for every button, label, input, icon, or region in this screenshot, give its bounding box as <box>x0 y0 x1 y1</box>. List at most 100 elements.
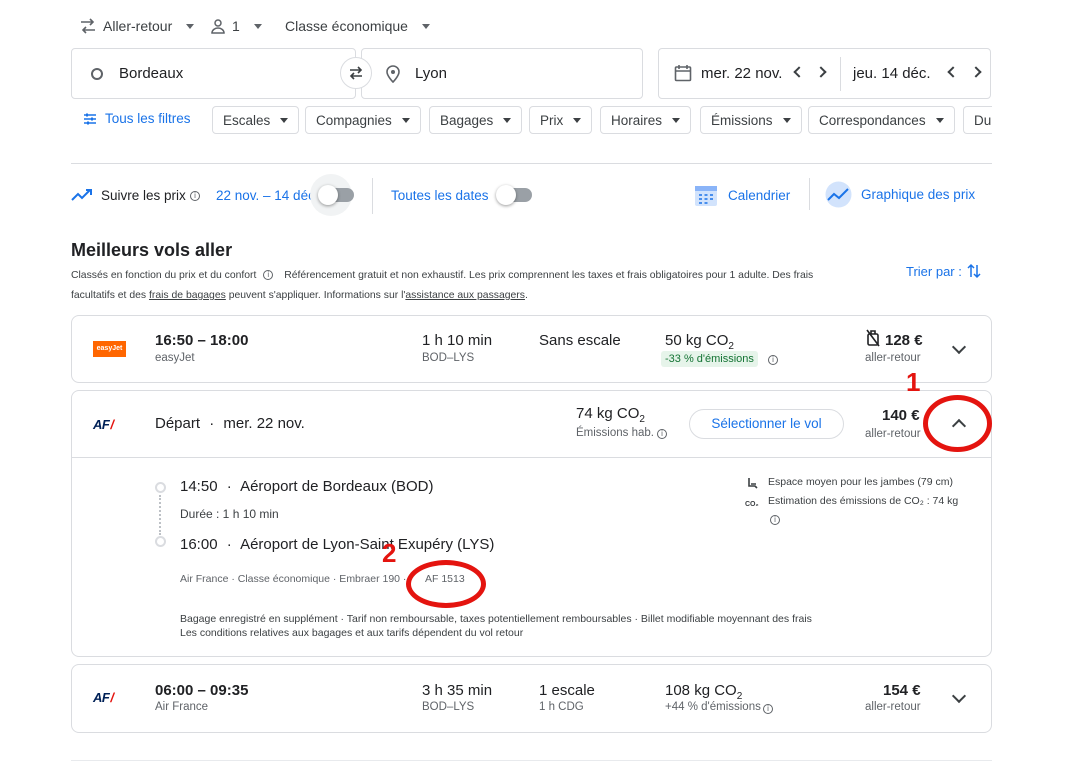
fare-conditions: Bagage enregistré en supplément · Tarif … <box>180 613 812 625</box>
departure-info: 14:50 · Aéroport de Bordeaux (BOD) <box>180 478 434 495</box>
calendar-button[interactable]: Calendrier <box>694 183 790 207</box>
filter-chip-prix[interactable]: Prix <box>529 106 593 134</box>
chip-label: Prix <box>540 112 564 128</box>
select-flight-button[interactable]: Sélectionner le vol <box>689 409 844 439</box>
chip-label: Bagages <box>440 112 494 128</box>
timeline-start-dot <box>155 482 166 493</box>
air-france-logo: AF/ <box>93 690 114 705</box>
sort-button[interactable]: Trier par : <box>906 263 981 279</box>
date-field[interactable]: mer. 22 nov. jeu. 14 déc. <box>658 48 991 99</box>
emissions-value: 74 kg CO <box>576 405 640 422</box>
passengers-select[interactable]: 1 <box>210 16 262 36</box>
annotation-marker-1: 1 <box>906 367 921 397</box>
price-graph-button[interactable]: Graphique des prix <box>825 181 975 208</box>
flight-price: 154 € <box>883 682 921 699</box>
expand-chevron-icon[interactable] <box>951 688 967 704</box>
emissions-value: 108 kg CO <box>665 682 737 699</box>
info-icon[interactable]: i <box>190 191 200 201</box>
baggage-fees-link[interactable]: frais de bagages <box>149 290 226 301</box>
filter-chip-correspondances[interactable]: Correspondances <box>808 106 955 134</box>
flight-stops: Sans escale <box>539 332 621 349</box>
origin-value: Bordeaux <box>119 65 184 82</box>
info-icon[interactable]: i <box>768 355 778 365</box>
price-type: aller-retour <box>865 428 921 440</box>
date-divider <box>840 57 841 91</box>
chip-label: Correspondances <box>819 112 926 128</box>
no-carry-on-bag-icon <box>866 329 880 347</box>
annotation-ring-1 <box>923 395 992 452</box>
expand-chevron-icon[interactable] <box>951 339 967 355</box>
swap-arrows-icon <box>81 18 95 34</box>
easyjet-logo: easyJet <box>93 341 126 357</box>
filter-chip-escales[interactable]: Escales <box>212 106 300 134</box>
chevron-down-icon <box>935 117 944 123</box>
emissions-note: +44 % d'émissions <box>665 701 761 713</box>
note-text: facultatifs et des <box>71 290 149 301</box>
all-filters-label: Tous les filtres <box>105 111 191 126</box>
timeline-end-dot <box>155 536 166 547</box>
filter-chip-compagnies[interactable]: Compagnies <box>305 106 421 134</box>
sort-label: Trier par : <box>906 263 962 279</box>
flight-route: BOD–LYS <box>422 352 475 364</box>
destination-field[interactable]: Lyon <box>361 48 643 99</box>
chip-label: Escales <box>223 112 271 128</box>
depart-date-value[interactable]: mer. 22 nov. <box>701 65 782 82</box>
trip-type-select[interactable]: Aller-retour <box>79 16 195 36</box>
flight-emissions: 108 kg CO2 <box>665 682 742 702</box>
price-type: aller-retour <box>865 701 921 713</box>
origin-field[interactable]: Bordeaux <box>71 48 356 99</box>
results-heading: Meilleurs vols aller <box>71 240 233 260</box>
annotation-marker-2: 2 <box>382 538 397 568</box>
next-depart-date-icon[interactable] <box>815 66 827 78</box>
chevron-down-icon <box>672 117 681 123</box>
prev-return-date-icon[interactable] <box>947 66 959 78</box>
swap-locations-button[interactable] <box>340 57 372 89</box>
price-type: aller-retour <box>865 352 921 364</box>
track-prices-label: Suivre les prix <box>101 188 186 203</box>
legroom-seat-icon <box>748 478 758 489</box>
chevron-down-icon <box>186 23 195 29</box>
cabin-class-select[interactable]: Classe économique <box>285 16 430 36</box>
flight-card-easyjet[interactable]: easyJet 16:50 – 18:00 easyJet 1 h 10 min… <box>71 315 992 383</box>
stops-detail: 1 h CDG <box>539 701 584 713</box>
info-icon[interactable]: i <box>763 704 773 714</box>
chevron-down-icon <box>401 117 410 123</box>
flight-details: Air France · Classe économique · Embraer… <box>180 573 407 585</box>
air-france-logo: AF/ <box>93 417 114 432</box>
airline-name: Air France <box>155 701 209 713</box>
person-icon <box>211 19 225 34</box>
sort-icon <box>967 263 981 279</box>
all-filters-button[interactable]: Tous les filtres <box>83 111 191 126</box>
emissions-note: Émissions hab. <box>576 427 654 439</box>
separator: · <box>209 415 215 432</box>
return-date-value[interactable]: jeu. 14 déc. <box>853 65 931 82</box>
air-france-logo-text: AF <box>93 690 110 705</box>
all-dates-label: Toutes les dates <box>391 188 489 203</box>
filter-chip-bagages[interactable]: Bagages <box>429 106 523 134</box>
all-dates-toggle[interactable] <box>496 185 532 205</box>
info-icon[interactable]: i <box>770 515 780 525</box>
note-disclaimer: Référencement gratuit et non exhaustif. … <box>284 270 814 281</box>
track-prices-toggle[interactable] <box>318 185 354 205</box>
filter-chip-emissions[interactable]: Émissions <box>700 106 802 134</box>
flight-card-airfrance[interactable]: AF/ 06:00 – 09:35 Air France 3 h 35 min … <box>71 664 992 733</box>
trending-icon <box>71 189 92 201</box>
chevron-down-icon <box>253 23 262 29</box>
chip-label: Émissions <box>711 112 773 128</box>
emissions-value: 50 kg CO <box>665 332 729 349</box>
toggle-knob <box>318 185 338 205</box>
passenger-assistance-link[interactable]: assistance aux passagers <box>405 290 525 301</box>
info-icon[interactable]: i <box>657 429 667 439</box>
arrive-time: 16:00 <box>180 536 218 553</box>
filter-chip-horaires[interactable]: Horaires <box>600 106 692 134</box>
next-return-date-icon[interactable] <box>970 66 982 78</box>
info-icon[interactable]: i <box>263 270 274 281</box>
note-text: peuvent s'appliquer. Informations sur l' <box>225 290 406 301</box>
air-france-stripe: / <box>110 690 114 705</box>
prev-depart-date-icon[interactable] <box>793 66 805 78</box>
flight-duration: 3 h 35 min <box>422 682 493 699</box>
legroom-info: Espace moyen pour les jambes (79 cm) <box>768 476 953 488</box>
trip-type-label: Aller-retour <box>103 18 173 34</box>
passengers-count: 1 <box>232 18 240 34</box>
filter-chip-duree[interactable]: Dur <box>963 106 992 134</box>
